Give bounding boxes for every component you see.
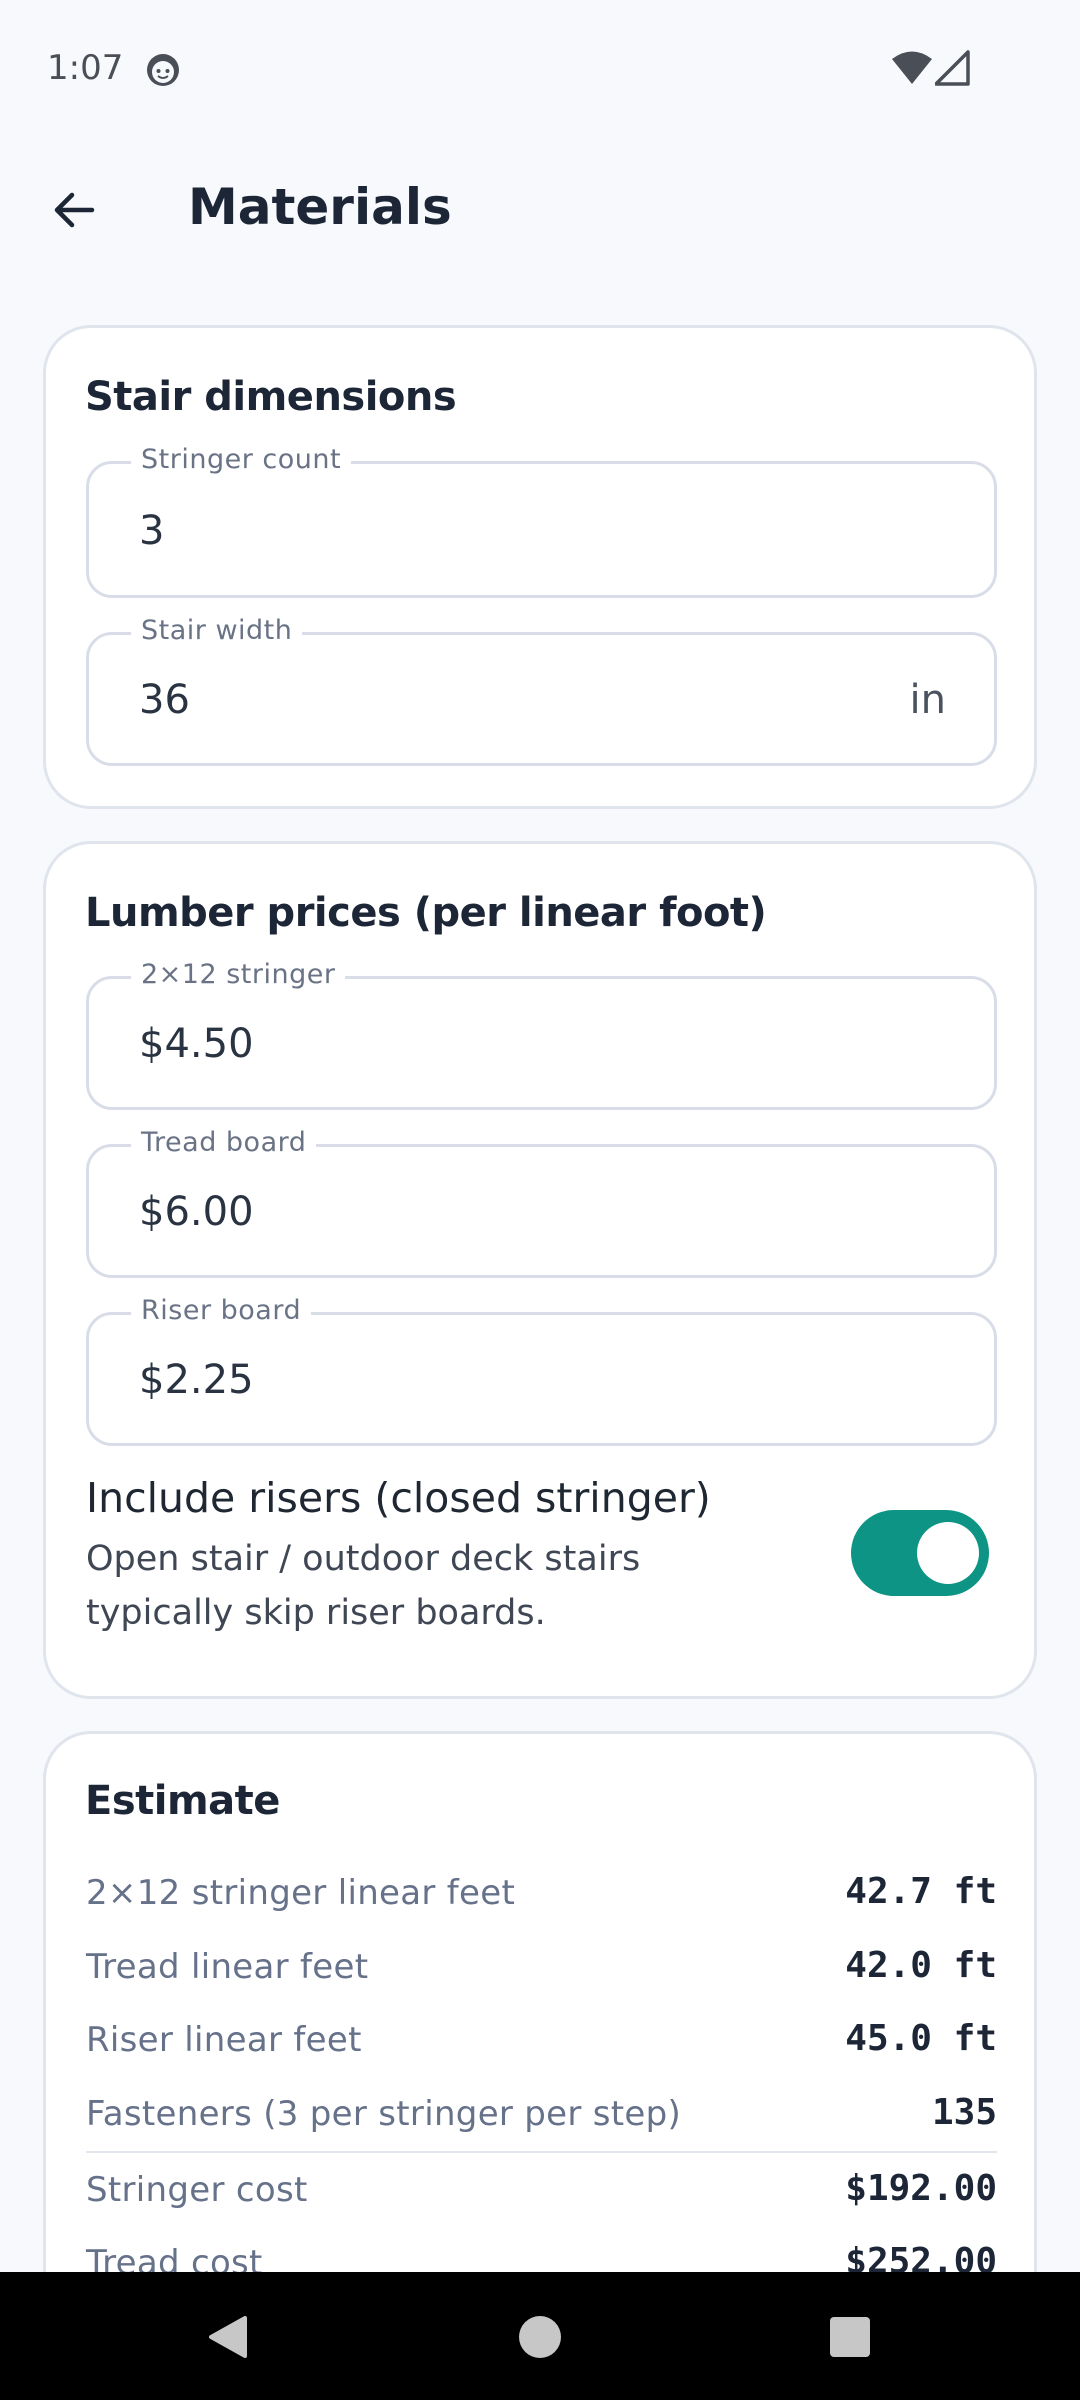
stringer-price-label: 2×12 stringer bbox=[131, 959, 346, 990]
estimate-label: Fasteners (3 per stringer per step) bbox=[86, 2094, 682, 2134]
status-bar: 1:07 bbox=[0, 0, 1080, 136]
stair-width-input[interactable] bbox=[139, 677, 839, 723]
stair-dimensions-title: Stair dimensions bbox=[85, 374, 457, 420]
riser-price-field[interactable]: Riser board bbox=[86, 1295, 997, 1446]
estimate-row: Tread linear feet 42.0 ft bbox=[86, 1941, 997, 2001]
stringer-price-field[interactable]: 2×12 stringer bbox=[86, 959, 997, 1110]
estimate-divider bbox=[86, 2151, 997, 2153]
screen: 1:07 Materials Stair dimensions Stringer… bbox=[0, 0, 1080, 2400]
nav-home-button[interactable] bbox=[500, 2302, 580, 2372]
estimate-row: 2×12 stringer linear feet 42.7 ft bbox=[86, 1867, 997, 1927]
riser-price-input[interactable] bbox=[139, 1357, 839, 1403]
estimate-value: 42.0 ft bbox=[845, 1945, 997, 1986]
stair-dimensions-card: Stair dimensions Stringer count Stair wi… bbox=[43, 325, 1037, 809]
estimate-value: $192.00 bbox=[845, 2168, 997, 2209]
signal-icon bbox=[934, 50, 971, 90]
estimate-value: 135 bbox=[931, 2092, 997, 2133]
tread-price-input[interactable] bbox=[139, 1189, 839, 1235]
estimate-title: Estimate bbox=[85, 1778, 280, 1824]
face-icon bbox=[145, 52, 181, 92]
switch-knob bbox=[917, 1522, 979, 1584]
include-risers-description: Open stair / outdoor deck stairs typical… bbox=[86, 1539, 641, 1633]
tread-price-label: Tread board bbox=[131, 1127, 317, 1158]
estimate-value: 45.0 ft bbox=[845, 2018, 997, 2059]
estimate-value: 42.7 ft bbox=[845, 1871, 997, 1912]
estimate-row: Fasteners (3 per stringer per step) 135 bbox=[86, 2088, 997, 2148]
include-risers-switch[interactable] bbox=[851, 1510, 989, 1596]
stringer-price-input[interactable] bbox=[139, 1021, 839, 1067]
home-circle-icon bbox=[519, 2316, 561, 2358]
stair-width-unit: in bbox=[909, 677, 946, 723]
riser-price-label: Riser board bbox=[131, 1295, 312, 1326]
lumber-prices-title: Lumber prices (per linear foot) bbox=[85, 890, 767, 936]
stringer-count-input[interactable] bbox=[139, 508, 839, 554]
nav-back-button[interactable] bbox=[188, 2302, 268, 2372]
stair-width-label: Stair width bbox=[131, 615, 303, 646]
estimate-label: Riser linear feet bbox=[86, 2020, 362, 2060]
arrow-left-icon bbox=[54, 192, 95, 228]
estimate-label: Stringer cost bbox=[86, 2170, 308, 2210]
stair-width-field[interactable]: Stair width in bbox=[86, 615, 997, 766]
include-risers-title: Include risers (closed stringer) bbox=[86, 1474, 711, 1522]
page-title: Materials bbox=[188, 178, 452, 236]
back-triangle-icon bbox=[209, 2316, 247, 2358]
estimate-label: Tread linear feet bbox=[86, 1947, 369, 1987]
stringer-count-field[interactable]: Stringer count bbox=[86, 444, 997, 598]
nav-recents-button[interactable] bbox=[810, 2302, 890, 2372]
app-bar: Materials bbox=[0, 140, 1080, 280]
estimate-row: Riser linear feet 45.0 ft bbox=[86, 2014, 997, 2074]
lumber-prices-card: Lumber prices (per linear foot) 2×12 str… bbox=[43, 841, 1037, 1699]
estimate-row: Stringer cost $192.00 bbox=[86, 2164, 997, 2224]
navigation-bar bbox=[0, 2272, 1080, 2400]
wifi-icon bbox=[891, 50, 933, 90]
estimate-label: 2×12 stringer linear feet bbox=[86, 1873, 516, 1913]
status-time: 1:07 bbox=[47, 48, 124, 88]
back-button[interactable] bbox=[24, 170, 124, 250]
stringer-count-label: Stringer count bbox=[131, 444, 352, 475]
recents-square-icon bbox=[830, 2317, 870, 2357]
tread-price-field[interactable]: Tread board bbox=[86, 1127, 997, 1278]
